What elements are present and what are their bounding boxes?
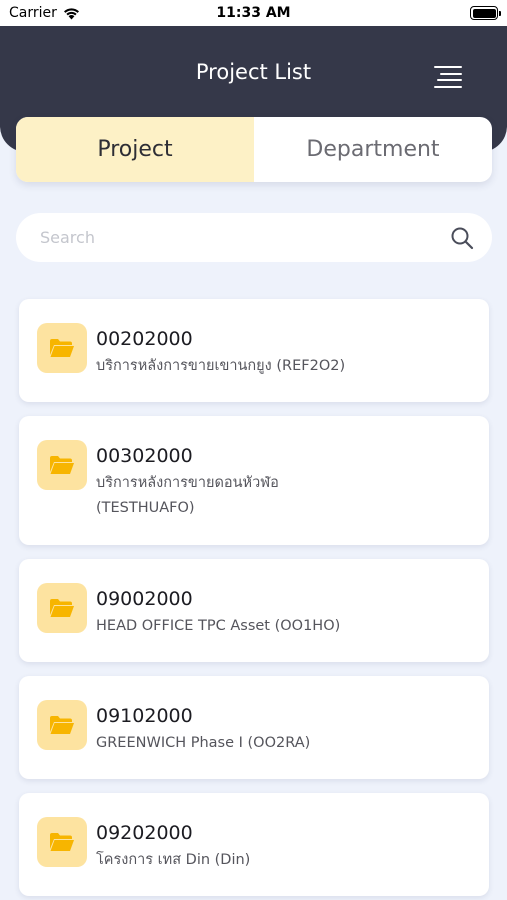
project-name: GREENWICH Phase I (OO2RA) [96, 735, 311, 751]
folder-icon-box [37, 323, 87, 373]
status-bar: Carrier 11:33 AM [0, 0, 507, 26]
status-left: Carrier [9, 5, 80, 21]
battery-icon [470, 6, 501, 20]
folder-icon-box [37, 817, 87, 867]
project-text: 00202000 บริการหลังการขายเขานกยูง (REF2O… [96, 327, 345, 379]
project-name: โครงการ เทส Din (Din) [96, 852, 251, 868]
project-code: 09002000 [96, 588, 193, 610]
project-text: 09202000 โครงการ เทส Din (Din) [96, 821, 250, 873]
folder-icon-box [37, 700, 87, 750]
folder-icon [50, 716, 74, 734]
tab-department[interactable]: Department [254, 117, 492, 182]
project-text: 00302000 บริการหลังการขายดอนหัวฬ่อ (TEST… [96, 444, 326, 521]
project-text: 09102000 GREENWICH Phase I (OO2RA) [96, 704, 310, 756]
tab-project[interactable]: Project [16, 117, 254, 182]
project-code: 00202000 [96, 328, 193, 350]
carrier-label: Carrier [9, 5, 57, 21]
project-name: HEAD OFFICE TPC Asset (OO1HO) [96, 618, 341, 634]
project-card[interactable]: 09202000 โครงการ เทส Din (Din) [19, 793, 489, 896]
folder-icon [50, 339, 74, 357]
project-code: 09202000 [96, 822, 193, 844]
search-input[interactable] [40, 228, 450, 247]
project-card[interactable]: 00302000 บริการหลังการขายดอนหัวฬ่อ (TEST… [19, 416, 489, 545]
folder-icon-box [37, 583, 87, 633]
folder-icon-box [37, 440, 87, 490]
menu-icon [434, 66, 462, 68]
screen: Carrier 11:33 AM Project List Project De… [0, 0, 507, 900]
folder-icon [50, 833, 74, 851]
project-text: 09002000 HEAD OFFICE TPC Asset (OO1HO) [96, 587, 340, 639]
project-card[interactable]: 09002000 HEAD OFFICE TPC Asset (OO1HO) [19, 559, 489, 662]
folder-icon [50, 599, 74, 617]
menu-button[interactable] [434, 64, 462, 90]
project-name: บริการหลังการขายดอนหัวฬ่อ (TESTHUAFO) [96, 475, 279, 516]
project-card[interactable]: 00202000 บริการหลังการขายเขานกยูง (REF2O… [19, 299, 489, 402]
segmented-tabs: Project Department [16, 117, 492, 182]
project-list: 00202000 บริการหลังการขายเขานกยูง (REF2O… [19, 299, 489, 900]
page-title: Project List [195, 60, 312, 84]
project-code: 09102000 [96, 705, 193, 727]
project-card[interactable]: 09102000 GREENWICH Phase I (OO2RA) [19, 676, 489, 779]
project-code: 00302000 [96, 445, 193, 467]
project-name: บริการหลังการขายเขานกยูง (REF2O2) [96, 358, 346, 374]
wifi-icon [63, 7, 79, 19]
search-icon[interactable] [450, 226, 474, 250]
search-bar [16, 213, 492, 262]
folder-icon [50, 456, 74, 474]
